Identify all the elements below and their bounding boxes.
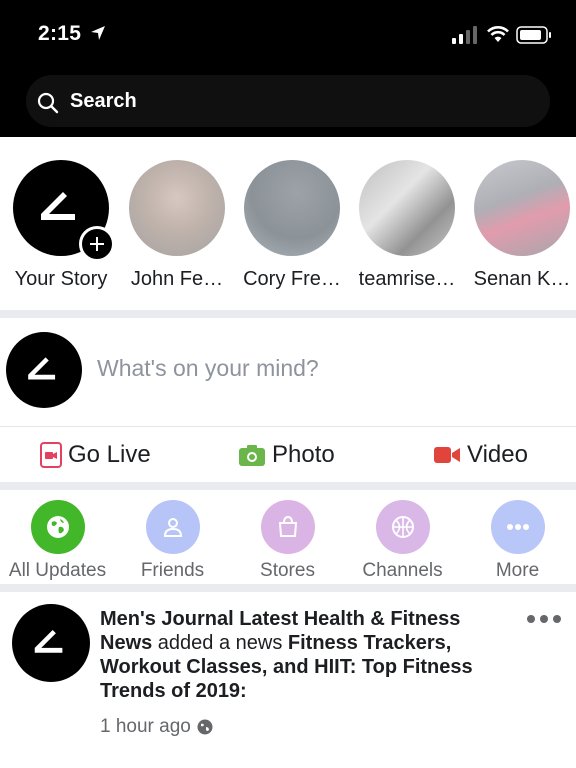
shortcut-all-updates[interactable]: All Updates xyxy=(0,500,115,582)
story-your-story[interactable]: Your Story xyxy=(6,160,116,291)
live-video-icon xyxy=(40,442,62,468)
go-live-button[interactable]: Go Live xyxy=(40,441,151,469)
add-story-icon[interactable] xyxy=(79,226,115,262)
basketball-icon xyxy=(375,500,430,554)
shortcut-label: All Updates xyxy=(8,560,107,581)
divider xyxy=(0,310,576,318)
shortcuts-row: All Updates Friends Stores Channels More xyxy=(0,490,576,584)
avatar xyxy=(6,332,82,408)
avatar xyxy=(129,160,225,256)
story-name: John Fe… xyxy=(130,268,224,290)
story-name: Cory Fre… xyxy=(243,268,341,290)
search-bar[interactable]: Search xyxy=(26,75,550,127)
camera-icon xyxy=(239,445,265,466)
search-icon xyxy=(37,92,59,114)
shortcut-label: More xyxy=(495,560,540,581)
wifi-icon xyxy=(487,26,509,42)
story-item[interactable]: teamrise… xyxy=(352,160,462,291)
location-arrow-icon xyxy=(91,26,105,40)
globe-icon xyxy=(30,500,85,554)
cellular-signal-icon xyxy=(452,26,477,44)
composer-prompt[interactable]: What's on your mind? xyxy=(97,355,319,382)
avatar xyxy=(359,160,455,256)
shortcut-friends[interactable]: Friends xyxy=(115,500,230,582)
shortcut-more[interactable]: More xyxy=(460,500,575,582)
video-camera-icon xyxy=(434,447,460,463)
search-label: Search xyxy=(70,90,137,112)
shortcut-stores[interactable]: Stores xyxy=(230,500,345,582)
globe-icon xyxy=(197,719,213,735)
avatar[interactable] xyxy=(12,604,90,682)
more-dots-icon xyxy=(490,500,545,554)
shortcut-label: Stores xyxy=(260,560,315,581)
photo-button[interactable]: Photo xyxy=(238,441,335,469)
avatar xyxy=(244,160,340,256)
status-time: 2:15 xyxy=(38,22,82,45)
shortcut-label: Friends xyxy=(140,560,205,581)
post-composer[interactable]: What's on your mind? xyxy=(0,318,576,426)
status-bar: 2:15 xyxy=(0,0,576,70)
shopping-bag-icon xyxy=(260,500,315,554)
app-header: 2:15 Search xyxy=(0,0,576,137)
divider xyxy=(0,482,576,490)
shortcut-channels[interactable]: Channels xyxy=(345,500,460,582)
composer-actions: Go Live Photo Video xyxy=(0,426,576,482)
avatar xyxy=(474,160,570,256)
more-options-icon[interactable] xyxy=(526,614,562,624)
battery-icon xyxy=(516,26,551,44)
story-name: Senan K… xyxy=(473,268,571,290)
video-label: Video xyxy=(467,441,528,468)
story-name: Your Story xyxy=(14,268,108,290)
avatar xyxy=(13,160,115,262)
photo-label: Photo xyxy=(272,441,335,468)
brand-logo-icon xyxy=(34,630,63,653)
post-verb: added a news xyxy=(152,632,288,654)
story-item[interactable]: John Fe… xyxy=(122,160,232,291)
story-item[interactable]: Senan K… xyxy=(467,160,576,291)
video-button[interactable]: Video xyxy=(433,441,528,469)
story-item[interactable]: Cory Fre… xyxy=(237,160,347,291)
brand-logo-icon xyxy=(28,357,56,380)
stories-row: Your Story John Fe… Cory Fre… teamrise… … xyxy=(0,137,576,310)
go-live-label: Go Live xyxy=(68,441,151,468)
post-text: Men's Journal Latest Health & Fitness Ne… xyxy=(100,607,510,703)
shortcut-label: Channels xyxy=(362,560,443,581)
story-name: teamrise… xyxy=(358,268,456,290)
post-time: 1 hour ago xyxy=(100,716,191,737)
post-meta: 1 hour ago xyxy=(100,716,213,738)
divider xyxy=(0,584,576,592)
friends-icon xyxy=(145,500,200,554)
feed-post: Men's Journal Latest Health & Fitness Ne… xyxy=(0,592,576,768)
